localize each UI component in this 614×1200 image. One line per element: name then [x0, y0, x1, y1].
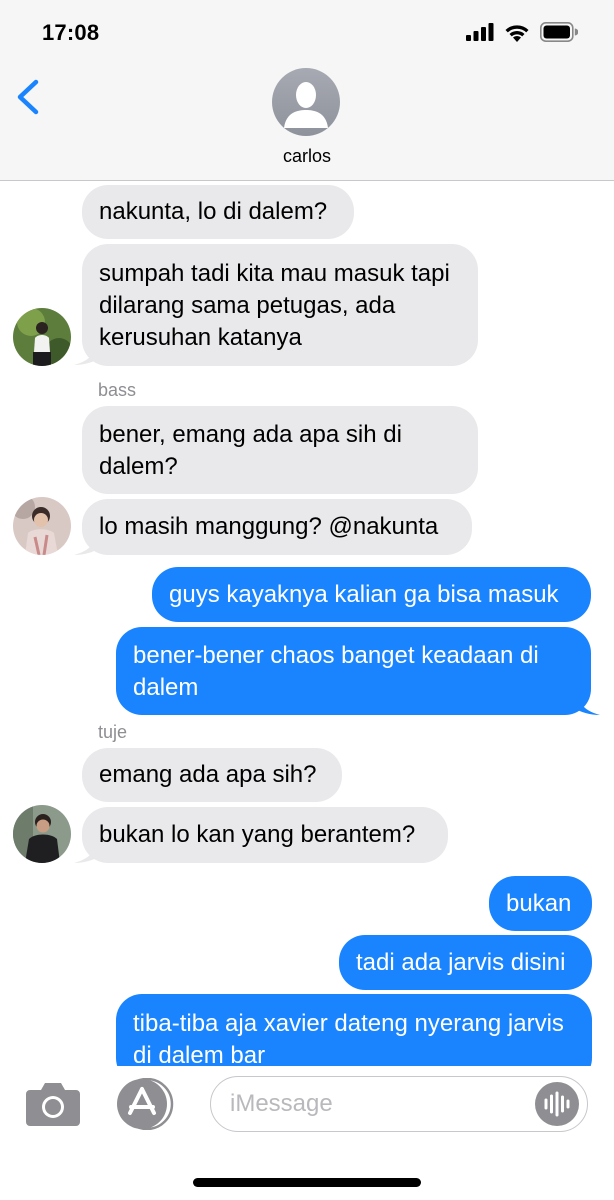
- message-text: tadi ada jarvis disini: [356, 949, 566, 976]
- camera-button[interactable]: [26, 1080, 80, 1126]
- contact-name[interactable]: carlos: [0, 146, 614, 167]
- message-bubble-incoming[interactable]: nakunta, lo di dalem?: [82, 185, 354, 239]
- message-bubble-outgoing[interactable]: guys kayaknya kalian ga bisa masuk: [152, 567, 591, 622]
- message-bubble-incoming[interactable]: emang ada apa sih?: [82, 748, 342, 802]
- chevron-left-icon: [17, 79, 39, 115]
- message-bubble-incoming[interactable]: lo masih manggung? @nakunta: [82, 499, 472, 555]
- avatar[interactable]: [13, 805, 71, 863]
- message-text: tiba-tiba aja xavier dateng nyerang jarv…: [133, 1010, 564, 1069]
- audio-message-button[interactable]: [535, 1082, 579, 1126]
- waveform-icon: [544, 1091, 570, 1117]
- message-text: guys kayaknya kalian ga bisa masuk: [169, 581, 559, 608]
- status-icons: [466, 22, 578, 42]
- status-time: 17:08: [42, 20, 100, 45]
- conversation-header: 17:08 carlos: [0, 0, 614, 181]
- wifi-icon: [505, 24, 529, 42]
- message-text: bener, emang ada apa sih di dalem?: [99, 421, 402, 480]
- message-text: bukan: [506, 890, 572, 917]
- message-input-placeholder: iMessage: [230, 1090, 333, 1117]
- sender-name: tuje: [98, 722, 128, 742]
- message-text: lo masih manggung? @nakunta: [99, 513, 439, 540]
- message-bubble-outgoing[interactable]: tadi ada jarvis disini: [339, 935, 592, 990]
- avatar[interactable]: [13, 497, 71, 555]
- app-store-button[interactable]: [114, 1077, 176, 1131]
- message-bubble-incoming[interactable]: bukan lo kan yang berantem?: [82, 807, 448, 863]
- message-text: nakunta, lo di dalem?: [99, 198, 328, 225]
- sender-name: bass: [98, 380, 137, 400]
- battery-icon: [540, 22, 578, 42]
- message-bubble-incoming[interactable]: bener, emang ada apa sih di dalem?: [82, 406, 478, 494]
- message-text: bener-bener chaos banget keadaan di dale…: [133, 642, 539, 701]
- message-bubble-outgoing[interactable]: bener-bener chaos banget keadaan di dale…: [116, 627, 591, 715]
- bubble-tail: [74, 836, 100, 863]
- signal-icon: [466, 23, 494, 41]
- message-bubble-outgoing[interactable]: bukan: [489, 876, 592, 931]
- home-indicator[interactable]: [193, 1178, 421, 1187]
- message-text: bukan lo kan yang berantem?: [99, 821, 416, 848]
- avatar[interactable]: [13, 308, 71, 366]
- message-text: emang ada apa sih?: [99, 761, 317, 788]
- camera-icon: [26, 1083, 80, 1126]
- bubble-tail: [74, 338, 100, 365]
- person-silhouette-icon: [284, 82, 328, 128]
- contact-avatar[interactable]: [272, 68, 340, 136]
- bubble-tail: [574, 688, 600, 715]
- app-store-icon: [117, 1077, 174, 1131]
- message-bubble-incoming[interactable]: sumpah tadi kita mau masuk tapi dilarang…: [82, 244, 478, 366]
- message-text: sumpah tadi kita mau masuk tapi dilarang…: [99, 260, 450, 351]
- bubble-tail: [74, 528, 100, 555]
- back-button[interactable]: [12, 76, 48, 120]
